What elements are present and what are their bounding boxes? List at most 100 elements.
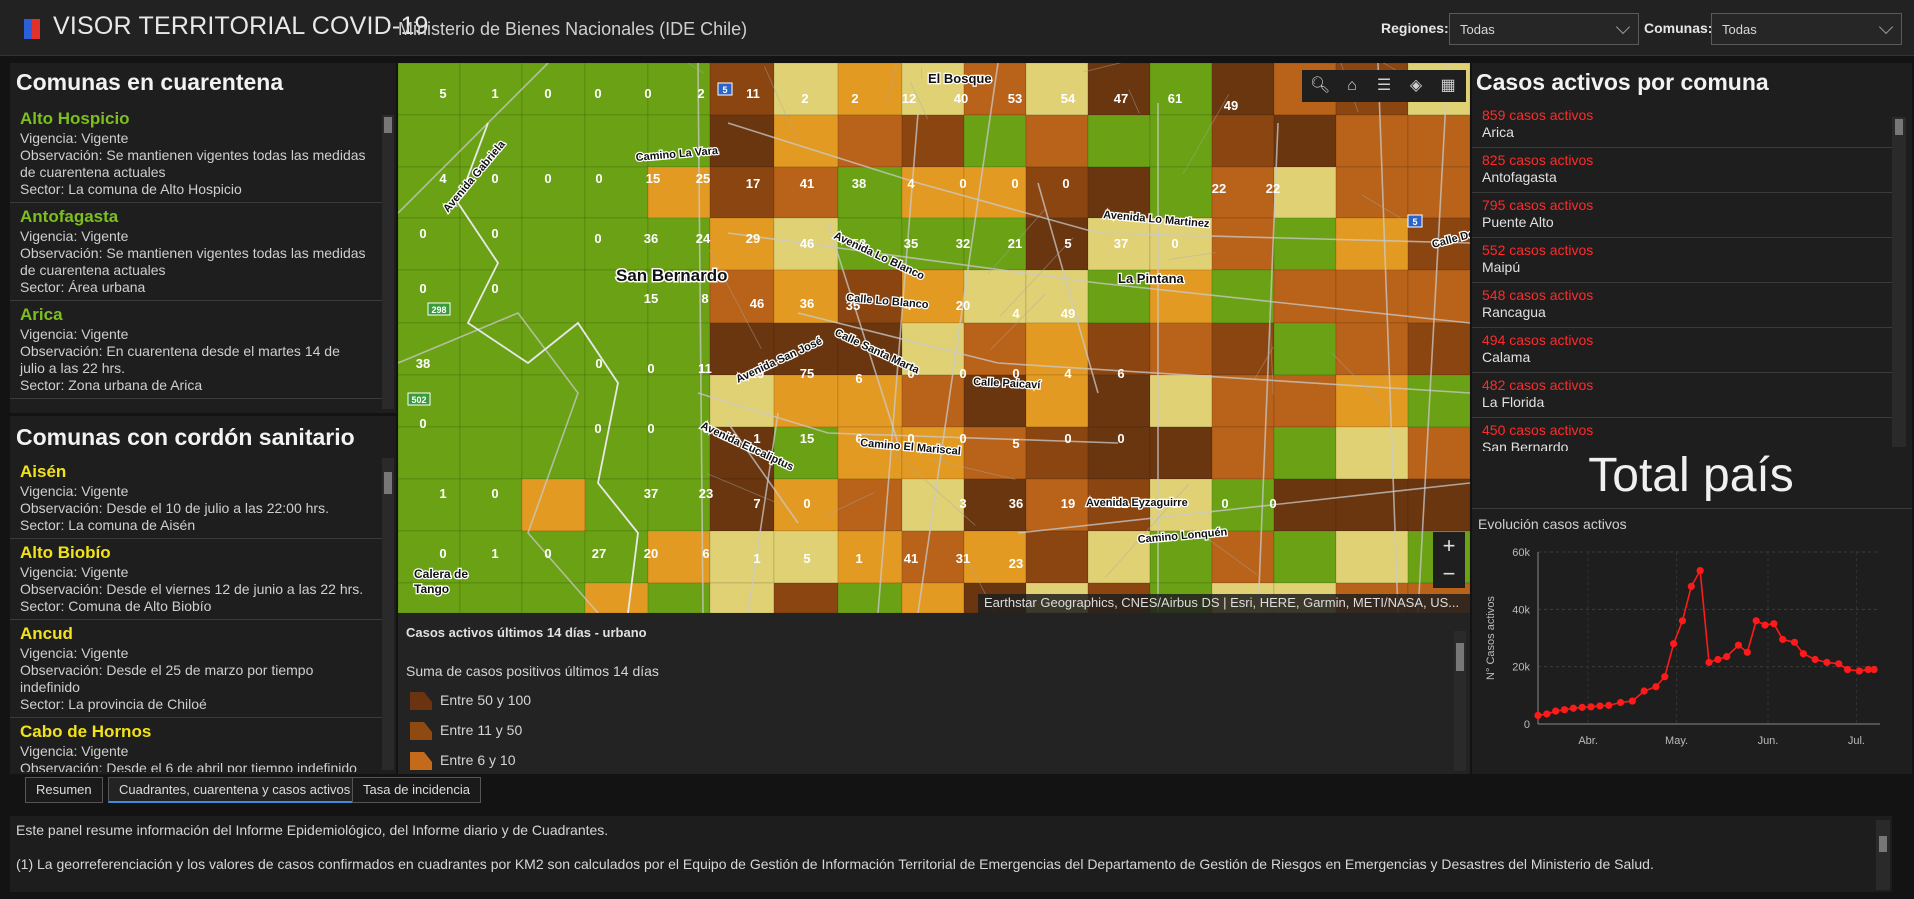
comunas-value: Todas bbox=[1722, 22, 1757, 37]
cell-value: 0 bbox=[491, 226, 498, 241]
cuarentena-scrollbar[interactable] bbox=[382, 115, 394, 409]
search-icon[interactable]: 🔍︎ bbox=[1310, 76, 1330, 96]
map-canvas[interactable]: 5 1 0 0 0 2 11 2 2 12 40 53 54 47 61 494 0 0 0 15 25 17 41 38 4 0… bbox=[398, 63, 1470, 613]
flag-icon bbox=[24, 19, 40, 39]
data-point bbox=[1687, 582, 1695, 590]
regiones-select[interactable]: Todas bbox=[1449, 13, 1639, 45]
map-tile bbox=[837, 530, 903, 584]
list-item[interactable]: Alto Hospicio Vigencia: Vigente Observac… bbox=[10, 105, 382, 203]
comuna-name: Antofagasta bbox=[1482, 169, 1557, 185]
cell-value: 36 bbox=[644, 231, 658, 246]
data-point bbox=[1552, 707, 1560, 715]
tab-cuadrantes[interactable]: Cuadrantes, cuarentena y casos activos bbox=[108, 777, 362, 803]
list-item[interactable]: 450 casos activos San Bernardo bbox=[1472, 418, 1892, 451]
list-item[interactable]: 548 casos activos Rancagua bbox=[1472, 283, 1892, 328]
street-label: Calera de bbox=[414, 567, 468, 581]
info-scrollbar[interactable] bbox=[1876, 820, 1890, 890]
list-item[interactable]: 859 casos activos Arica bbox=[1472, 103, 1892, 148]
data-point bbox=[1823, 658, 1831, 666]
list-item[interactable]: Antofagasta Vigencia: Vigente Observació… bbox=[10, 203, 382, 301]
zoom-in-button[interactable]: + bbox=[1433, 532, 1465, 560]
map-tile bbox=[1025, 530, 1089, 584]
list-item[interactable]: 552 casos activos Maipú bbox=[1472, 238, 1892, 283]
comunas-select[interactable]: Todas bbox=[1711, 13, 1902, 45]
cordon-scrollbar[interactable] bbox=[382, 458, 394, 770]
sector-text: Sector: Zona urbana de Arica bbox=[20, 377, 203, 393]
tab-tasa-incidencia[interactable]: Tasa de incidencia bbox=[352, 777, 481, 803]
cell-value: 0 bbox=[419, 281, 426, 296]
cell-value: 22 bbox=[1212, 181, 1226, 196]
cell-value: 0 bbox=[647, 421, 654, 436]
scroll-thumb[interactable] bbox=[384, 117, 392, 133]
map-view[interactable]: 5 1 0 0 0 2 11 2 2 12 40 53 54 47 61 49 4 0 0 0 15 25 17 41 38 4 0… bbox=[398, 63, 1470, 613]
map-tile bbox=[1335, 374, 1409, 428]
list-item[interactable]: 482 casos activos La Florida bbox=[1472, 373, 1892, 418]
cell-value: 0 bbox=[491, 486, 498, 501]
scroll-thumb[interactable] bbox=[1895, 119, 1903, 135]
casos-list: 859 casos activos Arica 825 casos activos… bbox=[1472, 103, 1892, 451]
cell-value: 2 bbox=[697, 86, 704, 101]
cell-value: 1 bbox=[491, 86, 498, 101]
cell-value: 20 bbox=[644, 546, 658, 561]
scroll-thumb[interactable] bbox=[1879, 836, 1887, 852]
cell-value: 25 bbox=[696, 171, 710, 186]
map-tile bbox=[1087, 114, 1151, 168]
observacion-text: Observación: Se mantienen vigentes todas… bbox=[20, 147, 366, 163]
map-tile bbox=[1407, 114, 1470, 168]
home-icon[interactable]: ⌂ bbox=[1342, 76, 1362, 96]
legend-title: Casos activos últimos 14 días - urbano bbox=[406, 625, 647, 640]
zoom-out-button[interactable]: − bbox=[1433, 560, 1465, 588]
cell-value: 15 bbox=[644, 291, 658, 306]
map-tile bbox=[1087, 374, 1151, 428]
grid-icon[interactable]: ▦ bbox=[1438, 76, 1458, 96]
cell-value: 37 bbox=[1114, 236, 1128, 251]
map-tile bbox=[709, 114, 775, 168]
cell-value: 19 bbox=[1061, 496, 1075, 511]
tab-resumen[interactable]: Resumen bbox=[25, 777, 103, 803]
map-tile bbox=[459, 426, 523, 480]
cell-value: 53 bbox=[1008, 91, 1022, 106]
cell-value: 0 bbox=[595, 356, 602, 371]
legend-scrollbar[interactable] bbox=[1454, 631, 1466, 771]
list-item[interactable]: Alto Biobío Vigencia: Vigente Observació… bbox=[10, 539, 382, 620]
cell-value: 6 bbox=[855, 371, 862, 386]
list-item[interactable]: Aisén Vigencia: Vigente Observación: Des… bbox=[10, 458, 382, 539]
cell-value: 29 bbox=[746, 231, 760, 246]
map-attribution[interactable]: Earthstar Geographics, CNES/Airbus DS | … bbox=[978, 594, 1470, 613]
list-item[interactable]: 795 casos activos Puente Alto bbox=[1472, 193, 1892, 238]
cell-value: 2 bbox=[801, 91, 808, 106]
cell-value: 0 bbox=[959, 366, 966, 381]
comuna-name: Arica bbox=[20, 305, 63, 324]
list-item[interactable]: Arica Vigencia: Vigente Observación: En … bbox=[10, 301, 382, 399]
list-item[interactable]: Ancud Vigencia: Vigente Observación: Des… bbox=[10, 620, 382, 718]
map-tile bbox=[647, 582, 711, 613]
observacion-text: Observación: Desde el 10 de julio a las … bbox=[20, 500, 329, 516]
map-tile bbox=[521, 114, 586, 168]
comuna-name: Aisén bbox=[20, 462, 67, 481]
casos-scrollbar[interactable] bbox=[1892, 117, 1906, 447]
list-item[interactable]: 494 casos activos Calama bbox=[1472, 328, 1892, 373]
cell-value: 35 bbox=[904, 236, 918, 251]
list-item[interactable]: Cabo de Hornos Vigencia: Vigente Observa… bbox=[10, 718, 382, 772]
cell-value: 1 bbox=[753, 551, 760, 566]
route-shield-icon: 298 bbox=[427, 302, 451, 316]
list-item[interactable]: 825 casos activos Antofagasta bbox=[1472, 148, 1892, 193]
map-tile bbox=[1273, 426, 1337, 480]
list-icon[interactable]: ☰ bbox=[1374, 76, 1394, 96]
map-tile bbox=[837, 63, 903, 116]
cell-value: 0 bbox=[594, 231, 601, 246]
layers-icon[interactable]: ◈ bbox=[1406, 76, 1426, 96]
cell-value: 5 bbox=[1012, 436, 1019, 451]
scroll-thumb[interactable] bbox=[1456, 643, 1464, 671]
map-tile bbox=[963, 426, 1027, 480]
comuna-name: Puente Alto bbox=[1482, 214, 1554, 230]
cell-value: 41 bbox=[904, 551, 918, 566]
scroll-thumb[interactable] bbox=[384, 472, 392, 494]
cell-value: 22 bbox=[1266, 181, 1280, 196]
map-tile bbox=[709, 217, 775, 271]
cell-value: 1 bbox=[855, 551, 862, 566]
cell-value: 0 bbox=[959, 431, 966, 446]
map-tile bbox=[1025, 217, 1089, 271]
active-cases-chart[interactable]: 0 20k 40k 60k Abr. May. Jun. Jul. N° Casos activ… bbox=[1480, 542, 1890, 774]
comuna-name: Rancagua bbox=[1482, 304, 1546, 320]
